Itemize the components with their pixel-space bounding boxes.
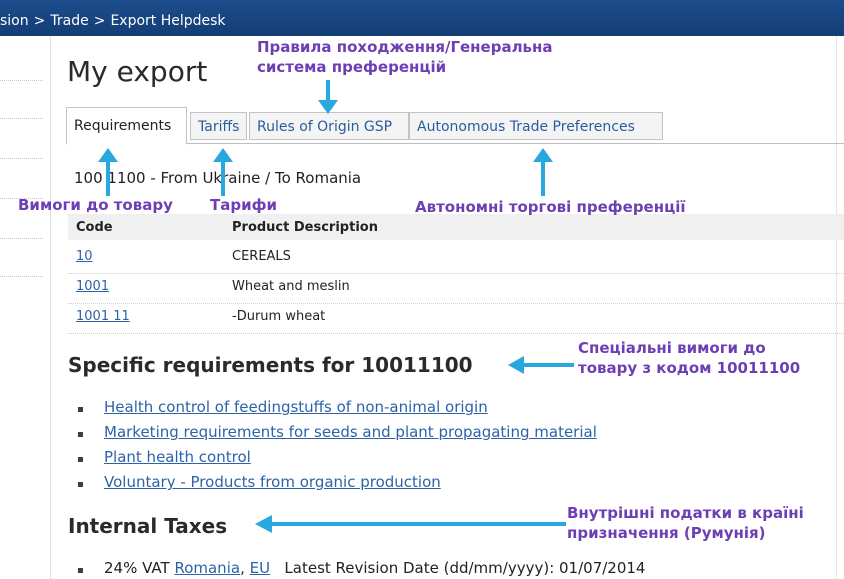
table-row: 1001 Wheat and meslin (68, 273, 844, 304)
product-description: Wheat and meslin (232, 279, 350, 294)
annotation-specific: Спеціальні вимоги до товару з кодом 1001… (578, 338, 800, 378)
revision-date: Latest Revision Date (dd/mm/yyyy): 01/07… (284, 559, 646, 577)
tab-tariffs[interactable]: Tariffs (190, 112, 247, 140)
table-row: 1001 11 -Durum wheat (68, 303, 844, 334)
product-description: -Durum wheat (232, 309, 326, 324)
arrow-head (213, 148, 233, 162)
annotation-text: товару з кодом 10011100 (578, 359, 801, 377)
requirement-link[interactable]: Plant health control (104, 448, 251, 466)
annotation-text: Правила походження/Генеральна (257, 38, 553, 56)
specific-requirements-heading: Specific requirements for 10011100 (68, 353, 473, 377)
product-description: CEREALS (232, 249, 291, 264)
annotation-rules-of-origin: Правила походження/Генеральна система пр… (257, 37, 553, 77)
sidebar-divider (50, 36, 51, 579)
breadcrumb-item-section[interactable]: sion (0, 13, 29, 29)
annotation-tariffs: Тарифи (210, 196, 277, 214)
annotation-text: Внутрішні податки в країні (567, 504, 804, 522)
annotation-text: Спеціальні вимоги до (578, 339, 766, 357)
left-sidebar (0, 36, 43, 579)
sidebar-item[interactable] (0, 238, 43, 277)
annotation-text: призначення (Румунія) (567, 524, 766, 542)
product-code-line: 100 1100 - From Ukraine / To Romania (74, 169, 362, 187)
breadcrumb-separator: > (93, 13, 106, 29)
top-bar: sion > Trade > Export Helpdesk (0, 0, 844, 36)
breadcrumb-separator: > (33, 13, 46, 29)
arrow-head (98, 148, 118, 162)
country-link[interactable]: Romania (174, 559, 240, 577)
code-link[interactable]: 1001 11 (76, 309, 130, 324)
breadcrumb-item-export-helpdesk[interactable]: Export Helpdesk (110, 13, 225, 29)
requirement-link[interactable]: Health control of feedingstuffs of non-a… (104, 398, 488, 416)
requirement-link[interactable]: Voluntary - Products from organic produc… (104, 473, 441, 491)
vat-rate: 24% VAT (104, 559, 170, 577)
bullet (78, 568, 83, 573)
arrow-head (255, 515, 272, 533)
column-header-code: Code (76, 220, 113, 235)
arrow-head (533, 148, 553, 162)
tab-rules-of-origin-gsp[interactable]: Rules of Origin GSP (249, 112, 409, 140)
annotation-requirements: Вимоги до товару (18, 196, 173, 214)
annotation-taxes: Внутрішні податки в країні призначення (… (567, 503, 804, 543)
breadcrumb: sion > Trade > Export Helpdesk (0, 13, 226, 29)
code-link[interactable]: 1001 (76, 279, 109, 294)
table-header: Code Product Description (68, 214, 844, 240)
sidebar-item[interactable] (0, 158, 43, 199)
requirement-link[interactable]: Marketing requirements for seeds and pla… (104, 423, 597, 441)
column-header-description: Product Description (232, 220, 378, 235)
sidebar-item[interactable] (0, 118, 43, 159)
tab-autonomous-trade-preferences[interactable]: Autonomous Trade Preferences (409, 112, 663, 140)
sidebar-item[interactable] (0, 80, 43, 119)
eu-link[interactable]: EU (250, 559, 270, 577)
arrow-head (508, 356, 524, 374)
code-link[interactable]: 10 (76, 249, 93, 264)
tab-requirements[interactable]: Requirements (66, 107, 187, 145)
table-row: 10 CEREALS (68, 243, 844, 274)
annotation-autonomous: Автономні торгові преференції (415, 198, 686, 216)
separator-comma: , (240, 559, 245, 577)
sidebar-item[interactable] (0, 36, 43, 81)
internal-taxes-heading: Internal Taxes (68, 514, 228, 538)
page-title: My export (67, 55, 208, 88)
annotation-text: система преференцій (257, 58, 447, 76)
breadcrumb-item-trade[interactable]: Trade (50, 13, 88, 29)
